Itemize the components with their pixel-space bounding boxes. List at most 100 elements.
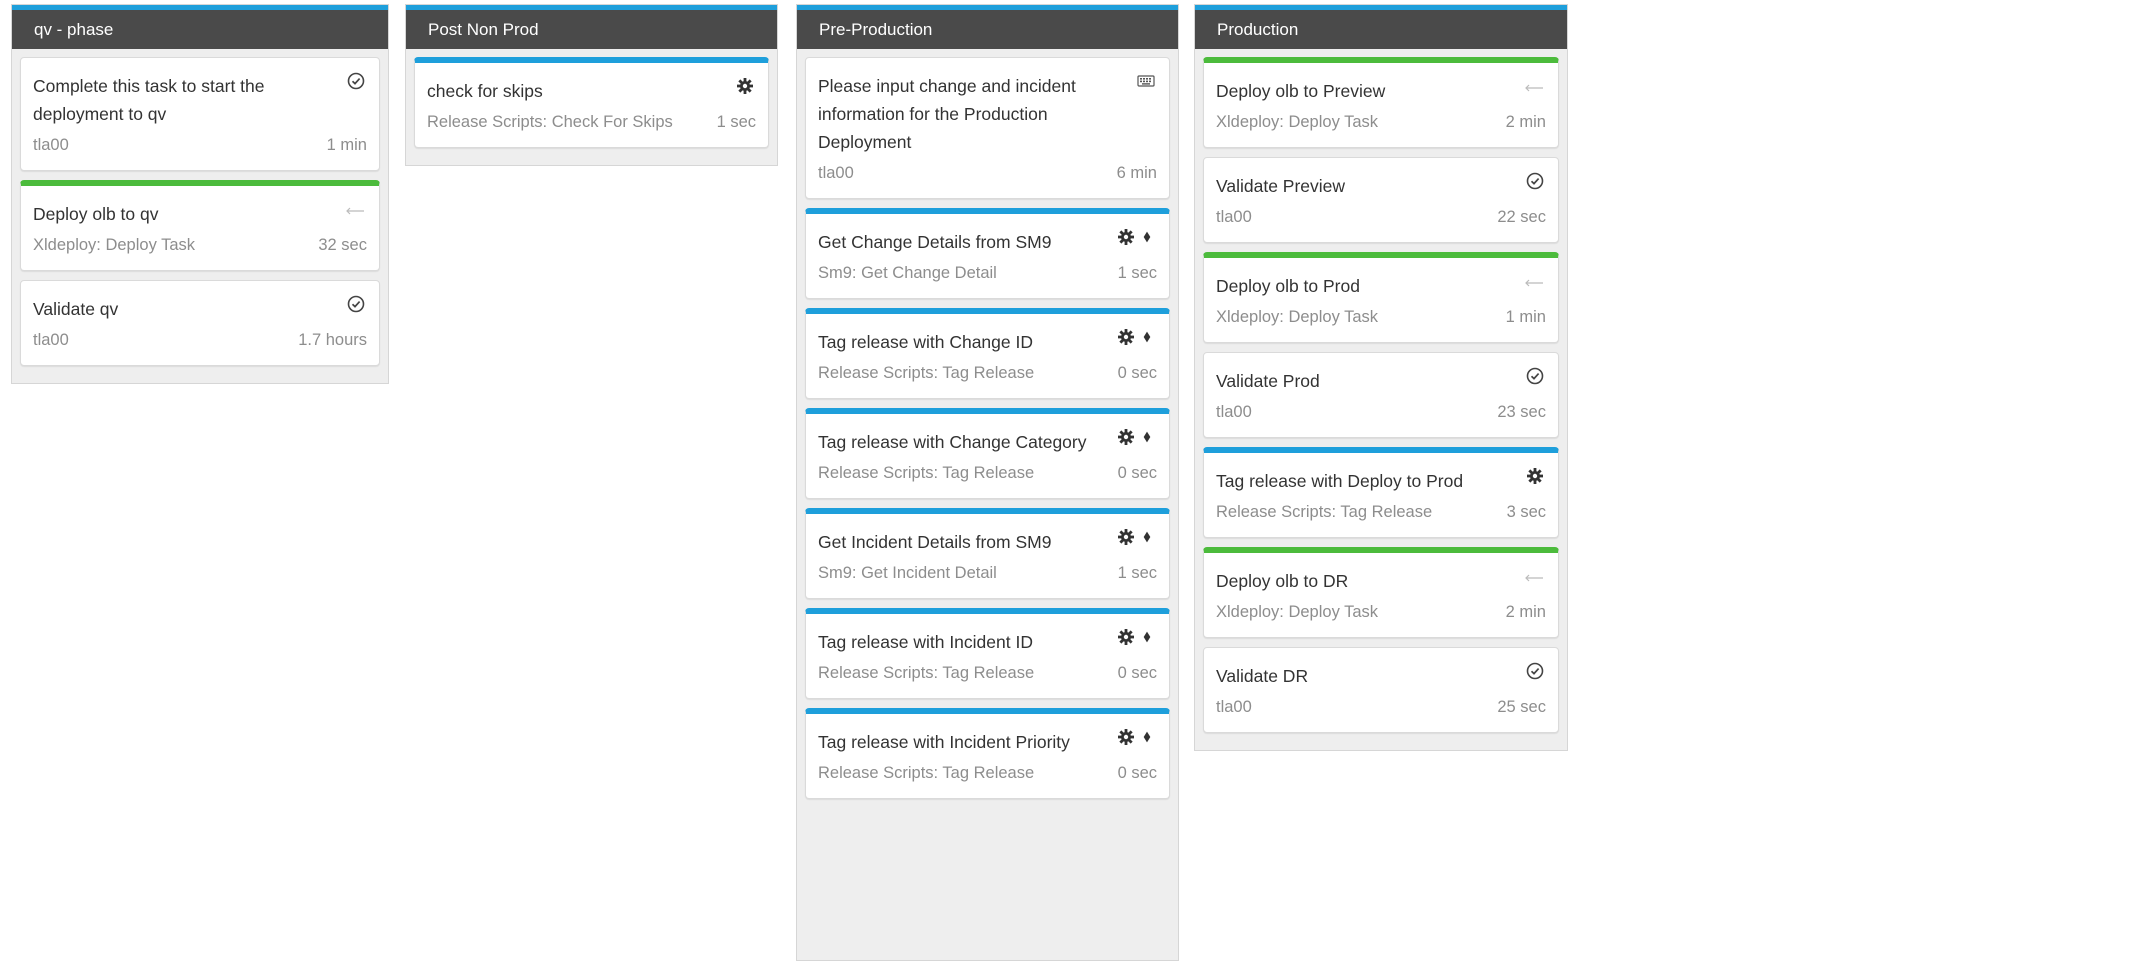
- phase-title[interactable]: Production: [1195, 5, 1567, 49]
- diamond-icon: [1143, 731, 1151, 743]
- task-title: Deploy olb to qv: [33, 204, 159, 224]
- task-title: Complete this task to start the deployme…: [33, 76, 265, 124]
- task-card[interactable]: Validate Prod tla00 23 sec: [1203, 352, 1559, 438]
- task-title: Validate Preview: [1216, 176, 1346, 196]
- task-duration: 0 sec: [1117, 464, 1157, 482]
- task-card[interactable]: Complete this task to start the deployme…: [20, 57, 380, 171]
- phase-column-pre-production: Pre-Production Please input change and i…: [796, 4, 1179, 961]
- arrow-left-icon: [1525, 574, 1543, 582]
- task-duration: 32 sec: [318, 236, 367, 254]
- check-circle-icon: [1526, 662, 1544, 680]
- task-title: Please input change and incident informa…: [818, 76, 1076, 152]
- task-subtitle: tla00: [33, 136, 69, 154]
- arrow-left-icon: [1525, 84, 1543, 92]
- task-card[interactable]: check for skips Release Scripts: Check F…: [414, 57, 769, 148]
- task-subtitle: Xldeploy: Deploy Task: [1216, 603, 1379, 621]
- task-duration: 6 min: [1116, 164, 1157, 182]
- arrow-left-icon: [1525, 279, 1543, 287]
- task-title: Tag release with Incident ID: [818, 632, 1033, 652]
- task-card[interactable]: Tag release with Deploy to Prod Release …: [1203, 447, 1559, 538]
- gear-icon: [1118, 629, 1134, 645]
- task-duration: 3 sec: [1506, 503, 1546, 521]
- diamond-icon: [1143, 631, 1151, 643]
- task-subtitle: Release Scripts: Tag Release: [1216, 503, 1433, 521]
- phase-title[interactable]: Pre-Production: [797, 5, 1178, 49]
- diamond-icon: [1143, 431, 1151, 443]
- task-card[interactable]: Tag release with Incident Priority Relea…: [805, 708, 1170, 799]
- task-title: Deploy olb to Prod: [1216, 276, 1360, 296]
- task-subtitle: tla00: [818, 164, 854, 182]
- task-card[interactable]: Deploy olb to qv Xldeploy: Deploy Task 32…: [20, 180, 380, 271]
- gear-icon: [737, 78, 753, 94]
- task-duration: 1 min: [1505, 308, 1546, 326]
- task-duration: 2 min: [1505, 113, 1546, 131]
- task-title: Tag release with Change ID: [818, 332, 1033, 352]
- task-duration: 1 sec: [716, 113, 756, 131]
- keyboard-icon: [1137, 75, 1155, 87]
- task-subtitle: Release Scripts: Tag Release: [818, 364, 1035, 382]
- task-duration: 23 sec: [1497, 403, 1546, 421]
- phase-column-qv: qv - phase Complete this task to start t…: [11, 4, 389, 384]
- check-circle-icon: [347, 72, 365, 90]
- task-card[interactable]: Validate Preview tla00 22 sec: [1203, 157, 1559, 243]
- task-subtitle: tla00: [33, 331, 69, 349]
- task-title: Deploy olb to Preview: [1216, 81, 1386, 101]
- task-title: Deploy olb to DR: [1216, 571, 1349, 591]
- arrow-left-icon: [346, 207, 364, 215]
- task-card[interactable]: Deploy olb to DR Xldeploy: Deploy Task 2 …: [1203, 547, 1559, 638]
- task-subtitle: Xldeploy: Deploy Task: [33, 236, 196, 254]
- task-subtitle: Sm9: Get Incident Detail: [818, 564, 997, 582]
- task-card[interactable]: Get Change Details from SM9 Sm9: Get Cha…: [805, 208, 1170, 299]
- check-circle-icon: [1526, 172, 1544, 190]
- task-duration: 0 sec: [1117, 364, 1157, 382]
- task-title: Get Change Details from SM9: [818, 232, 1052, 252]
- task-title: Tag release with Change Category: [818, 432, 1087, 452]
- task-card[interactable]: Tag release with Change Category Release…: [805, 408, 1170, 499]
- gear-icon: [1118, 429, 1134, 445]
- gear-icon: [1118, 529, 1134, 545]
- task-subtitle: Release Scripts: Tag Release: [818, 764, 1035, 782]
- task-duration: 1 sec: [1117, 564, 1157, 582]
- task-subtitle: Release Scripts: Tag Release: [818, 664, 1035, 682]
- task-subtitle: tla00: [1216, 208, 1252, 226]
- task-subtitle: Release Scripts: Check For Skips: [427, 113, 673, 131]
- diamond-icon: [1143, 531, 1151, 543]
- diamond-icon: [1143, 231, 1151, 243]
- task-duration: 25 sec: [1497, 698, 1546, 716]
- task-title: Get Incident Details from SM9: [818, 532, 1052, 552]
- task-title: check for skips: [427, 81, 543, 101]
- task-card[interactable]: Tag release with Incident ID Release Scr…: [805, 608, 1170, 699]
- task-title: Tag release with Deploy to Prod: [1216, 471, 1464, 491]
- phase-column-post-non-prod: Post Non Prod check for skips Release Sc…: [405, 4, 778, 166]
- task-duration: 0 sec: [1117, 764, 1157, 782]
- gear-icon: [1118, 229, 1134, 245]
- task-subtitle: Xldeploy: Deploy Task: [1216, 113, 1379, 131]
- task-duration: 1 min: [326, 136, 367, 154]
- task-card[interactable]: Deploy olb to Prod Xldeploy: Deploy Task…: [1203, 252, 1559, 343]
- task-duration: 1.7 hours: [298, 331, 367, 349]
- phase-title[interactable]: qv - phase: [12, 5, 388, 49]
- phase-title[interactable]: Post Non Prod: [406, 5, 777, 49]
- task-duration: 0 sec: [1117, 664, 1157, 682]
- task-card[interactable]: Validate qv tla00 1.7 hours: [20, 280, 380, 366]
- task-title: Validate qv: [33, 299, 119, 319]
- task-title: Tag release with Incident Priority: [818, 732, 1070, 752]
- phase-column-production: Production Deploy olb to Preview Xldeplo…: [1194, 4, 1568, 751]
- gear-icon: [1527, 468, 1543, 484]
- task-card[interactable]: Deploy olb to Preview Xldeploy: Deploy T…: [1203, 57, 1559, 148]
- task-card[interactable]: Get Incident Details from SM9 Sm9: Get I…: [805, 508, 1170, 599]
- task-title: Validate Prod: [1216, 371, 1320, 391]
- task-subtitle: Sm9: Get Change Detail: [818, 264, 997, 282]
- check-circle-icon: [347, 295, 365, 313]
- task-subtitle: tla00: [1216, 698, 1252, 716]
- gear-icon: [1118, 729, 1134, 745]
- task-card[interactable]: Tag release with Change ID Release Scrip…: [805, 308, 1170, 399]
- diamond-icon: [1143, 331, 1151, 343]
- task-card[interactable]: Please input change and incident informa…: [805, 57, 1170, 199]
- task-duration: 2 min: [1505, 603, 1546, 621]
- task-duration: 1 sec: [1117, 264, 1157, 282]
- task-duration: 22 sec: [1497, 208, 1546, 226]
- task-title: Validate DR: [1216, 666, 1309, 686]
- task-subtitle: Xldeploy: Deploy Task: [1216, 308, 1379, 326]
- task-card[interactable]: Validate DR tla00 25 sec: [1203, 647, 1559, 733]
